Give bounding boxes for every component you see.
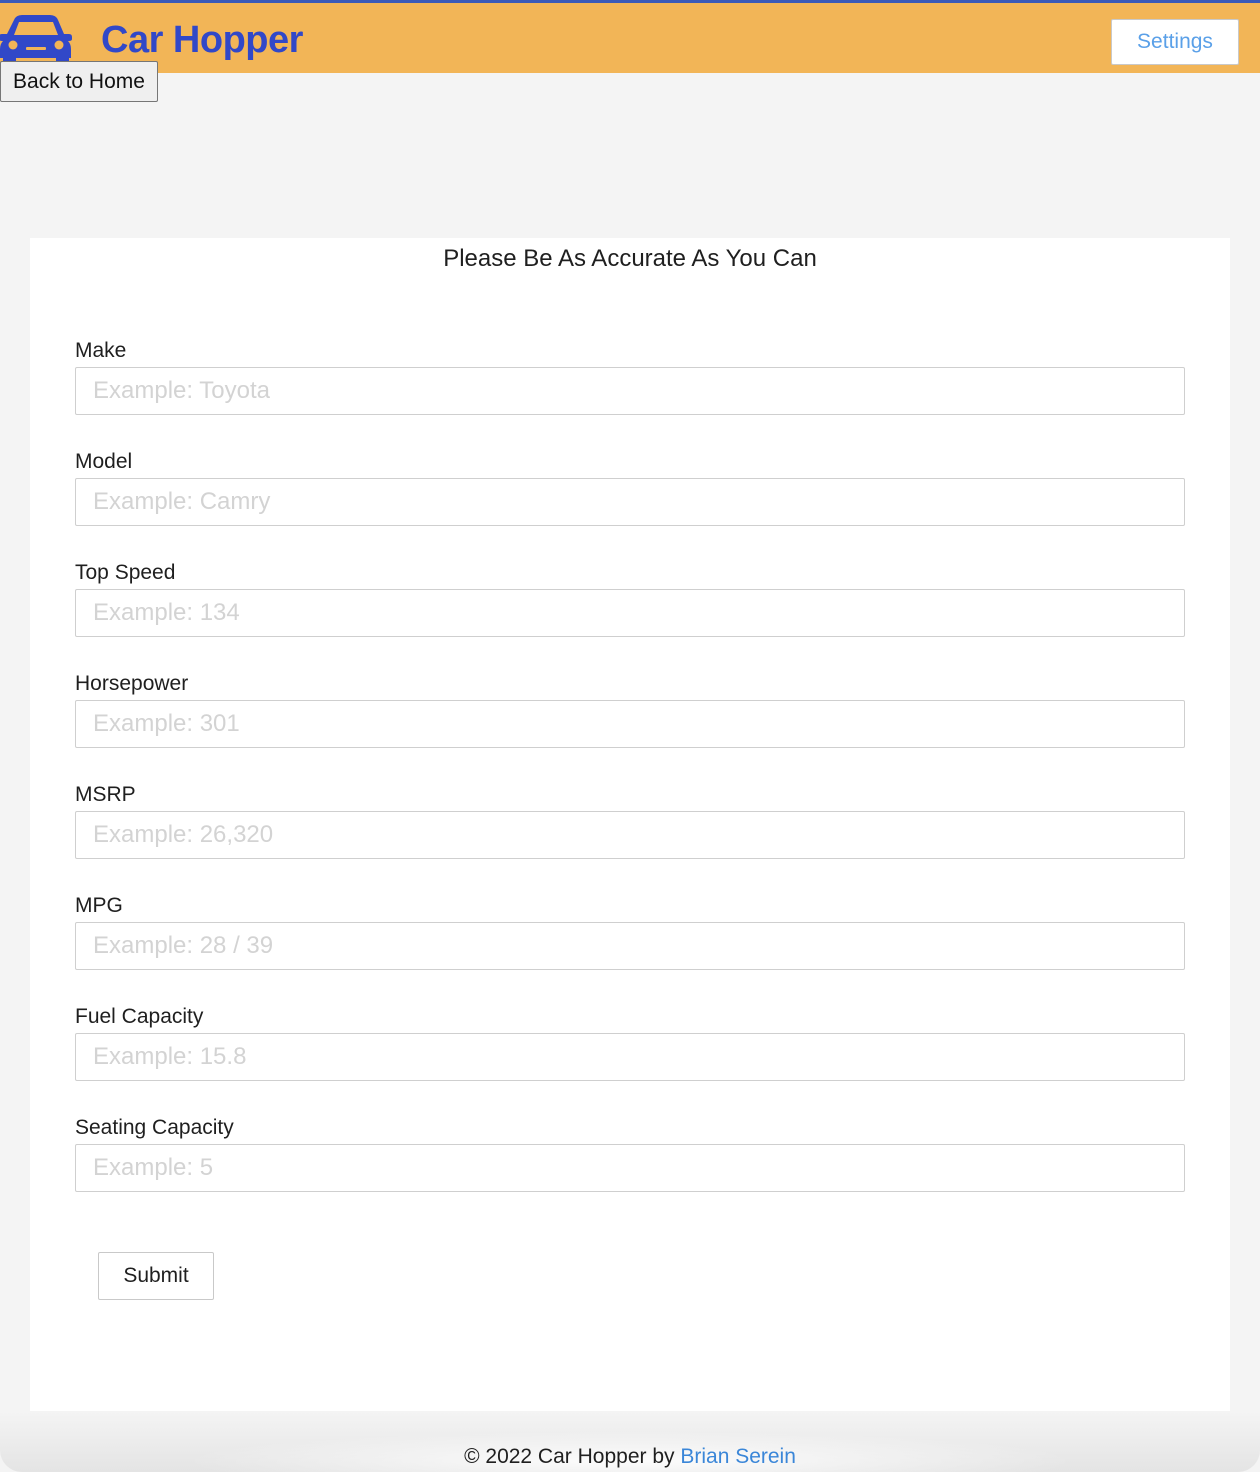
msrp-label: MSRP [75, 783, 136, 806]
submit-button[interactable]: Submit [98, 1252, 214, 1300]
top-speed-input[interactable] [75, 589, 1185, 637]
car-icon [0, 15, 72, 66]
horsepower-input[interactable] [75, 700, 1185, 748]
model-input[interactable] [75, 478, 1185, 526]
fuel-capacity-label: Fuel Capacity [75, 1005, 204, 1028]
mpg-input[interactable] [75, 922, 1185, 970]
footer: © 2022 Car Hopper by Brian Serein [0, 1411, 1260, 1472]
msrp-input[interactable] [75, 811, 1185, 859]
author-link[interactable]: Brian Serein [680, 1445, 796, 1468]
back-to-home-button[interactable]: Back to Home [0, 61, 158, 102]
vehicle-form-card: Please Be As Accurate As You Can Make Mo… [30, 238, 1230, 1411]
footer-text: © 2022 Car Hopper by Brian Serein [0, 1444, 1260, 1470]
copyright-text: © 2022 Car Hopper by [464, 1445, 675, 1468]
make-label: Make [75, 339, 127, 362]
model-label: Model [75, 450, 133, 473]
form-title: Please Be As Accurate As You Can [443, 245, 817, 272]
top-speed-label: Top Speed [75, 561, 176, 584]
settings-button[interactable]: Settings [1111, 19, 1239, 65]
seating-capacity-input[interactable] [75, 1144, 1185, 1192]
top-bar: Car Hopper Settings [0, 0, 1260, 73]
horsepower-label: Horsepower [75, 672, 189, 695]
seating-capacity-label: Seating Capacity [75, 1116, 234, 1139]
make-input[interactable] [75, 367, 1185, 415]
mpg-label: MPG [75, 894, 123, 917]
brand-title: Car Hopper [101, 19, 303, 61]
fuel-capacity-input[interactable] [75, 1033, 1185, 1081]
